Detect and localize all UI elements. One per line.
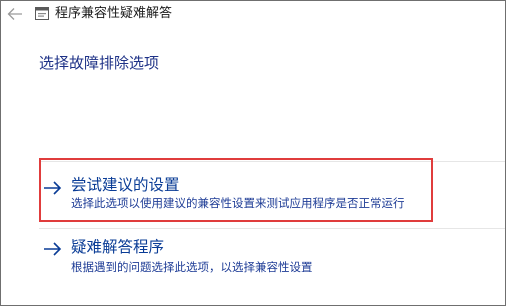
- arrow-right-icon: [44, 242, 62, 256]
- troubleshooter-window: 程序兼容性疑难解答 选择故障排除选项 尝试建议的设置 选择此选项以使用建议的兼容…: [0, 0, 506, 306]
- option-description: 选择此选项以使用建议的兼容性设置来测试应用程序是否正常运行: [71, 196, 405, 210]
- window-title: 程序兼容性疑难解答: [55, 6, 173, 21]
- divider: [39, 228, 505, 229]
- option-title: 尝试建议的设置: [71, 176, 180, 194]
- option-description: 根据遇到的问题选择此选项，以选择兼容性设置: [71, 260, 313, 274]
- back-button[interactable]: [3, 2, 27, 26]
- app-icon: [35, 7, 49, 20]
- back-arrow-icon: [7, 8, 22, 20]
- page-heading: 选择故障排除选项: [39, 54, 160, 72]
- option-try-recommended-settings[interactable]: 尝试建议的设置 选择此选项以使用建议的兼容性设置来测试应用程序是否正常运行: [39, 158, 433, 222]
- title-bar: 程序兼容性疑难解答: [1, 1, 505, 27]
- option-troubleshoot-program[interactable]: 疑难解答程序 根据遇到的问题选择此选项，以选择兼容性设置: [39, 232, 433, 282]
- arrow-right-icon: [44, 181, 62, 195]
- option-title: 疑难解答程序: [71, 238, 165, 256]
